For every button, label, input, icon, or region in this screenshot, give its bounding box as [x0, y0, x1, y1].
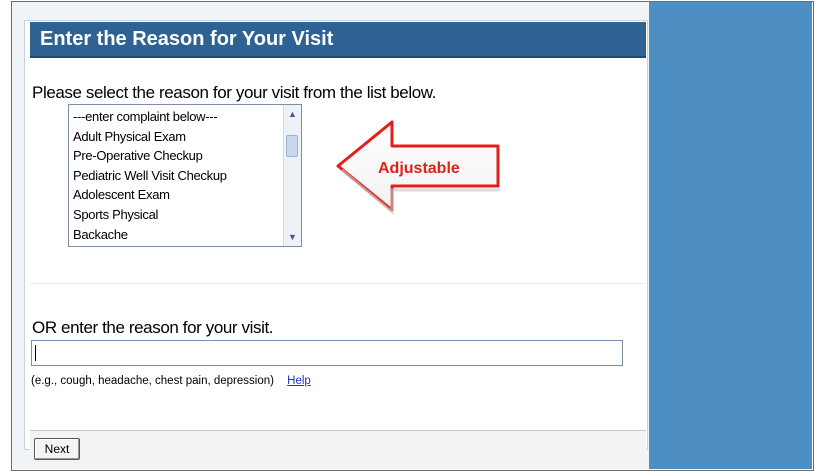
help-link[interactable]: Help	[287, 375, 311, 387]
chevron-down-icon: ▼	[288, 232, 297, 242]
text-caret	[35, 345, 36, 361]
listbox-scrollbar[interactable]: ▲ ▼	[283, 105, 301, 246]
list-item[interactable]: Pediatric Well Visit Checkup	[73, 166, 281, 186]
list-item[interactable]: Adult Physical Exam	[73, 127, 281, 147]
list-item[interactable]: Adolescent Exam	[73, 185, 281, 205]
card-header: Enter the Reason for Your Visit	[30, 22, 646, 58]
chevron-up-icon: ▲	[288, 109, 297, 119]
scroll-up-button[interactable]: ▲	[285, 106, 300, 122]
list-item[interactable]: ---enter complaint below---	[73, 107, 281, 127]
section-divider	[30, 283, 646, 284]
list-item[interactable]: Pre-Operative Checkup	[73, 146, 281, 166]
reason-hint-row: (e.g., cough, headache, chest pain, depr…	[31, 375, 311, 387]
scroll-down-button[interactable]: ▼	[285, 229, 300, 245]
list-item[interactable]: Sports Physical	[73, 205, 281, 225]
list-item[interactable]: Backache	[73, 225, 281, 245]
reason-hint: (e.g., cough, headache, chest pain, depr…	[31, 375, 274, 387]
side-panel	[649, 2, 812, 469]
adjustable-callout-label: Adjustable	[378, 160, 460, 177]
reason-entry-label: OR enter the reason for your visit.	[32, 318, 274, 337]
next-button[interactable]: Next	[34, 438, 80, 460]
complaint-listbox[interactable]: ---enter complaint below--- Adult Physic…	[68, 104, 302, 247]
page-title: Enter the Reason for Your Visit	[40, 28, 334, 50]
reason-input[interactable]	[31, 340, 623, 366]
complaint-list-prompt: Please select the reason for your visit …	[32, 83, 437, 102]
footer-bar	[30, 430, 646, 468]
scrollbar-thumb[interactable]	[286, 135, 298, 157]
complaint-list-items: ---enter complaint below--- Adult Physic…	[73, 107, 281, 244]
